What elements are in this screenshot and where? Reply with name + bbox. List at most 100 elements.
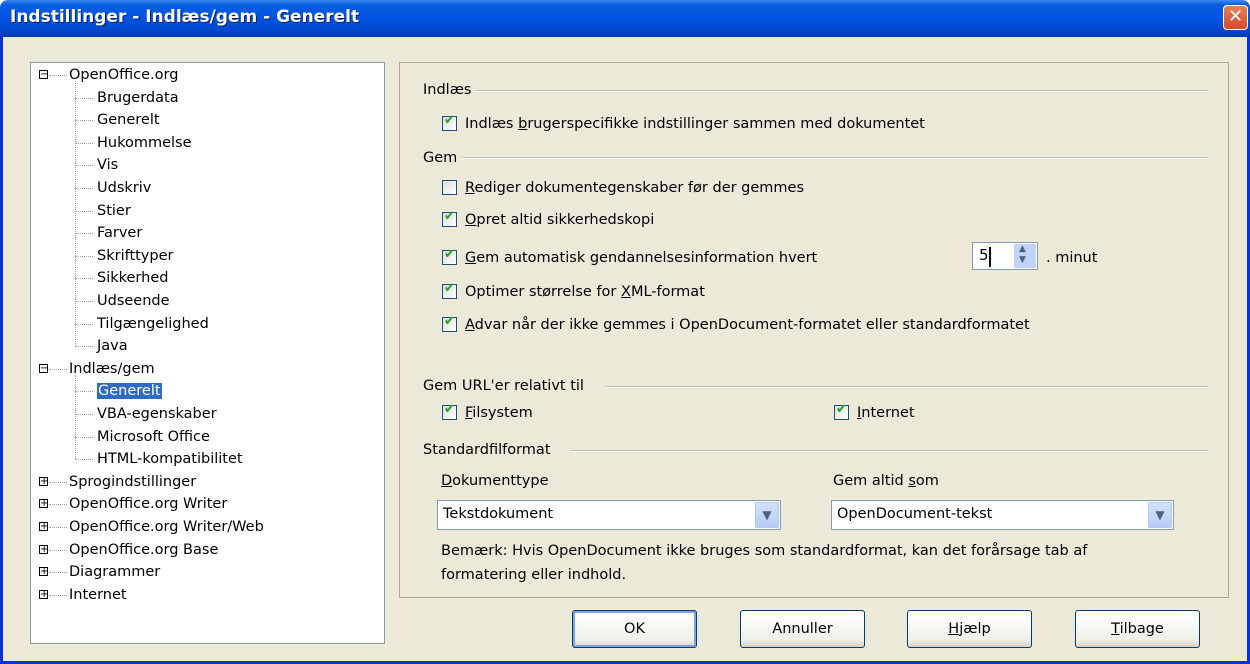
expand-icon[interactable]: + bbox=[39, 544, 48, 554]
tree-child-label: HTML-kompatibilitet bbox=[97, 451, 243, 468]
chevron-down-icon[interactable]: ▼ bbox=[1148, 502, 1172, 528]
tree-child-item[interactable]: Udskriv bbox=[97, 177, 151, 199]
tree-child-label: Skrifttyper bbox=[97, 247, 174, 264]
tree-connector bbox=[49, 504, 67, 506]
tree-connector bbox=[75, 97, 93, 99]
autorecover-unit: . minut bbox=[1046, 250, 1098, 266]
spin-up-icon[interactable]: ▲ bbox=[1019, 244, 1026, 254]
tree-child-label: Sikkerhed bbox=[97, 270, 169, 287]
dialog-title: Indstillinger - Indlæs/gem - Generelt bbox=[10, 7, 360, 27]
tree-connector bbox=[49, 572, 67, 574]
backup-label[interactable]: Opret altid sikkerhedskopi bbox=[465, 210, 654, 230]
tree-child-item[interactable]: Generelt bbox=[97, 109, 160, 131]
title-bar[interactable]: Indstillinger - Indlæs/gem - Generelt ✕ bbox=[0, 0, 1250, 37]
expand-icon[interactable]: + bbox=[39, 522, 48, 532]
back-button[interactable]: Tilbage bbox=[1075, 610, 1200, 648]
always-save-as-select[interactable]: OpenDocument-tekst ▼ bbox=[831, 500, 1174, 530]
tree-child-label: Generelt bbox=[97, 112, 160, 129]
autorecover-checkbox[interactable] bbox=[442, 247, 457, 265]
tree-connector bbox=[75, 81, 76, 347]
tree-child-item[interactable]: Vis bbox=[97, 154, 118, 176]
tree-group-item[interactable]: OpenOffice.org Base bbox=[69, 539, 218, 561]
ok-button[interactable]: OK bbox=[572, 610, 697, 648]
tree-child-item[interactable]: Farver bbox=[97, 222, 142, 244]
tree-child-label: Brugerdata bbox=[97, 89, 179, 106]
load-user-settings-label[interactable]: Indlæs brugerspecifikke indstillinger sa… bbox=[465, 114, 925, 134]
help-button[interactable]: Hjælp bbox=[907, 610, 1032, 648]
relative-internet-label[interactable]: Internet bbox=[857, 403, 915, 423]
section-load: Indlæs bbox=[423, 82, 472, 98]
expand-icon[interactable]: + bbox=[39, 499, 48, 509]
spinner-arrows[interactable]: ▲ ▼ bbox=[1014, 244, 1036, 268]
autorecover-label[interactable]: Gem automatisk gendannelsesinformation h… bbox=[465, 248, 817, 268]
spin-down-icon[interactable]: ▼ bbox=[1019, 255, 1026, 265]
tree-child-item[interactable]: Generelt bbox=[97, 380, 162, 402]
edit-properties-checkbox[interactable] bbox=[442, 180, 457, 195]
tree-child-item[interactable]: Hukommelse bbox=[97, 132, 192, 154]
tree-connector bbox=[75, 374, 76, 460]
backup-checkbox[interactable] bbox=[442, 209, 457, 227]
tree-group-label: Indlæs/gem bbox=[69, 360, 155, 377]
tree-group-item[interactable]: Sprogindstillinger bbox=[69, 471, 196, 493]
tree-child-item[interactable]: Brugerdata bbox=[97, 87, 179, 109]
expand-icon[interactable]: + bbox=[39, 476, 48, 486]
tree-group-item[interactable]: Diagrammer bbox=[69, 561, 160, 583]
optimize-xml-checkbox[interactable] bbox=[442, 281, 457, 299]
optimize-xml-label[interactable]: Optimer størrelse for XML-format bbox=[465, 282, 705, 302]
section-url: Gem URL'er relativt til bbox=[423, 378, 584, 394]
edit-properties-label[interactable]: Rediger dokumentegenskaber før der gemme… bbox=[465, 178, 804, 198]
document-type-select[interactable]: Tekstdokument ▼ bbox=[437, 500, 781, 530]
section-default-format-divider bbox=[570, 450, 1208, 452]
tree-child-label: Vis bbox=[97, 157, 119, 174]
tree-connector bbox=[75, 459, 93, 461]
tree-connector bbox=[75, 323, 93, 325]
always-save-as-value: OpenDocument-tekst bbox=[837, 506, 993, 522]
warn-format-checkbox[interactable] bbox=[442, 314, 457, 332]
collapse-icon[interactable]: − bbox=[39, 363, 48, 373]
tree-group-label: OpenOffice.org Writer/Web bbox=[69, 519, 264, 535]
warn-format-label[interactable]: Advar når der ikke gemmes i OpenDocument… bbox=[465, 315, 1030, 335]
tree-group-item[interactable]: OpenOffice.org Writer/Web bbox=[69, 516, 264, 538]
section-save: Gem bbox=[423, 150, 458, 166]
options-tree[interactable]: − OpenOffice.org Brugerdata Generelt Hukomme… bbox=[30, 62, 385, 644]
relative-internet-checkbox[interactable] bbox=[834, 402, 849, 420]
tree-connector bbox=[75, 278, 93, 280]
tree-group-item[interactable]: Indlæs/gem bbox=[69, 358, 155, 380]
autorecover-minutes-value[interactable]: 5 bbox=[979, 246, 989, 264]
tree-child-item[interactable]: VBA-egenskaber bbox=[97, 403, 217, 425]
section-url-divider bbox=[605, 386, 1208, 388]
tree-child-item[interactable]: Java bbox=[97, 335, 128, 357]
tree-child-label: Stier bbox=[97, 202, 131, 219]
tree-child-item[interactable]: HTML-kompatibilitet bbox=[97, 448, 243, 470]
tree-child-item[interactable]: Stier bbox=[97, 200, 131, 222]
tree-child-item[interactable]: Tilgængelighed bbox=[97, 313, 209, 335]
document-type-value: Tekstdokument bbox=[443, 506, 554, 522]
tree-child-item[interactable]: Udseende bbox=[97, 290, 170, 312]
load-user-settings-checkbox[interactable] bbox=[442, 113, 457, 131]
tree-group-label: OpenOffice.org Base bbox=[69, 541, 219, 558]
expand-icon[interactable]: + bbox=[39, 589, 48, 599]
tree-group-item[interactable]: Internet bbox=[69, 584, 127, 606]
relative-filesystem-checkbox[interactable] bbox=[442, 402, 457, 420]
collapse-icon[interactable]: − bbox=[39, 70, 48, 80]
tree-group-item[interactable]: OpenOffice.org bbox=[69, 64, 178, 86]
tree-child-label: Java bbox=[97, 338, 128, 355]
chevron-down-icon[interactable]: ▼ bbox=[755, 502, 779, 528]
tree-child-item[interactable]: Skrifttyper bbox=[97, 245, 173, 267]
autorecover-minutes-spinner[interactable]: 5 ▲ ▼ bbox=[972, 242, 1038, 270]
relative-filesystem-label[interactable]: Filsystem bbox=[465, 403, 533, 423]
tree-connector bbox=[75, 188, 93, 189]
tree-child-label: Udskriv bbox=[97, 180, 152, 196]
tree-group-label: Diagrammer bbox=[69, 564, 161, 581]
tree-connector bbox=[75, 120, 93, 122]
tree-child-label: VBA-egenskaber bbox=[97, 406, 217, 422]
tree-connector bbox=[75, 414, 93, 415]
tree-group-item[interactable]: OpenOffice.org Writer bbox=[69, 493, 227, 515]
close-icon: ✕ bbox=[1227, 6, 1244, 27]
cancel-button[interactable]: Annuller bbox=[740, 610, 865, 648]
tree-child-item[interactable]: Microsoft Office bbox=[97, 426, 210, 448]
tree-connector bbox=[75, 210, 93, 212]
tree-child-item[interactable]: Sikkerhed bbox=[97, 267, 168, 289]
expand-icon[interactable]: + bbox=[39, 567, 48, 577]
close-button[interactable]: ✕ bbox=[1223, 5, 1248, 30]
